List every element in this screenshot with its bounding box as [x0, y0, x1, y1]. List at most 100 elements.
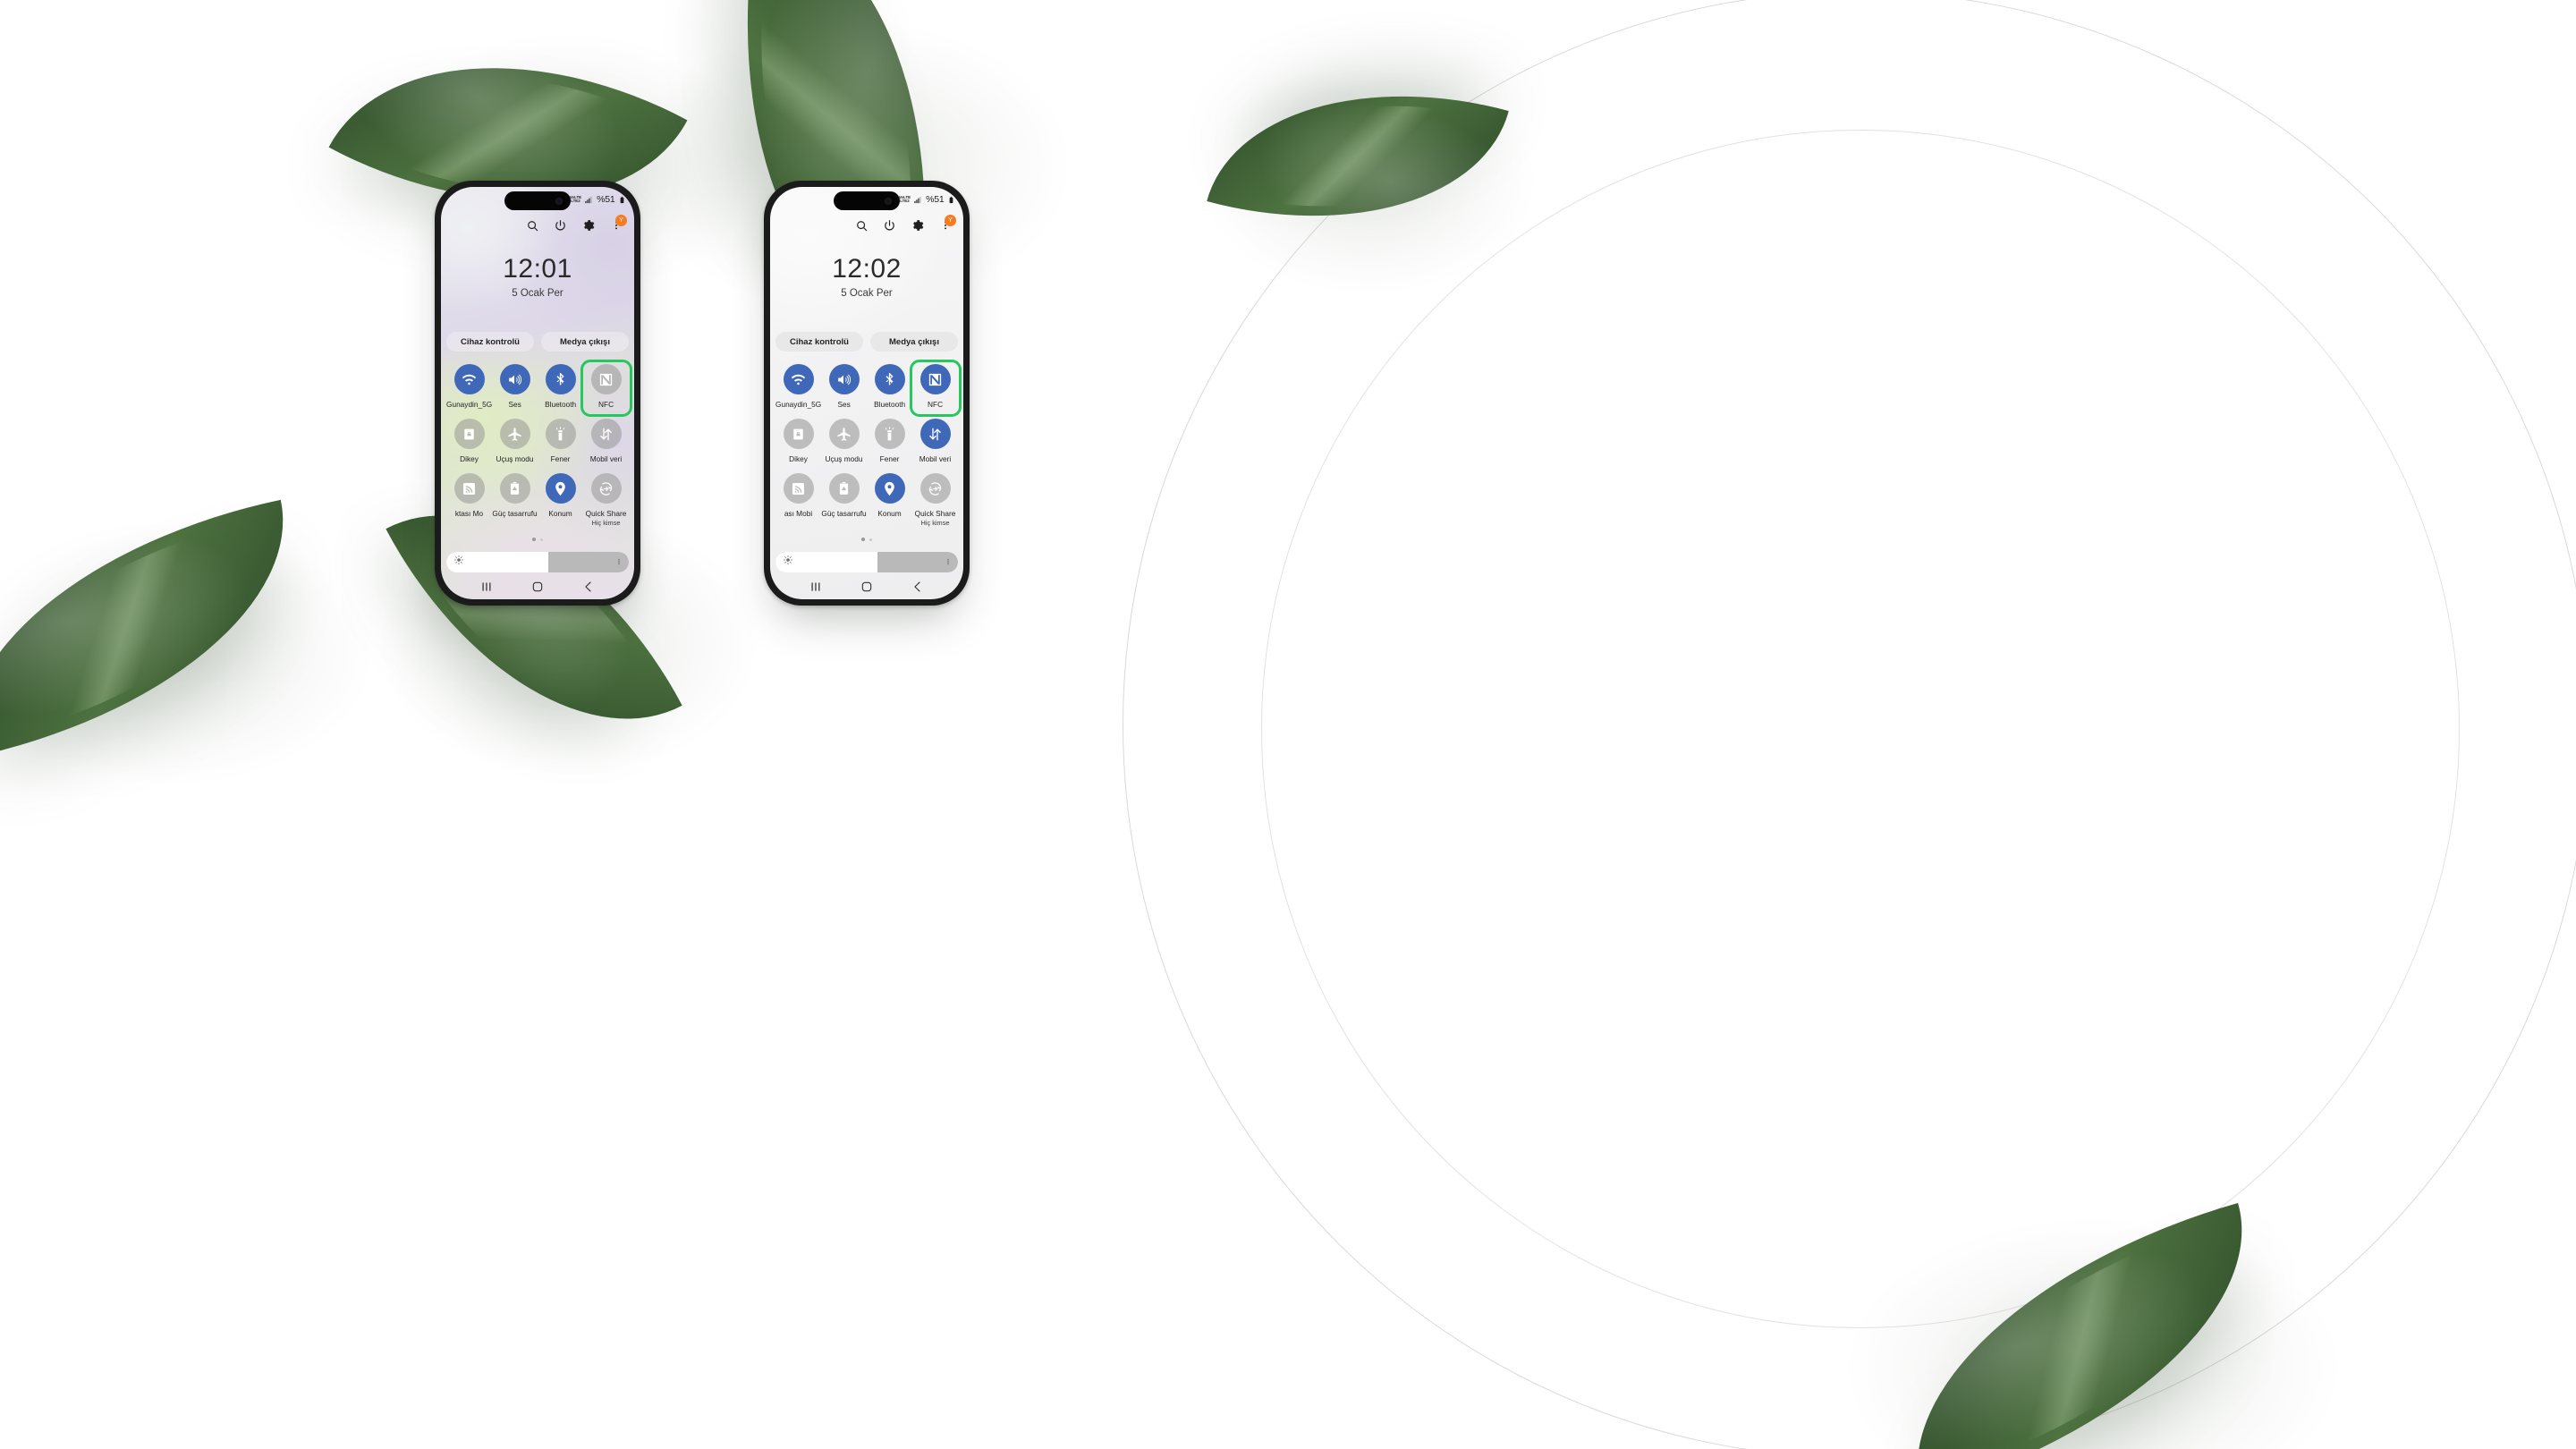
quick-tile-fener[interactable]: Fener	[867, 419, 912, 463]
quick-tile-label: NFC	[928, 400, 944, 409]
quick-settings-panel: Cihaz kontrolü Medya çıkışı Gunaydin_5G …	[770, 316, 963, 572]
gear-icon[interactable]	[911, 219, 924, 233]
decorative-arc-inner	[1261, 130, 2460, 1328]
quick-tile-mobil-veri[interactable]: Mobil veri	[912, 419, 958, 463]
flashlight-icon[interactable]	[545, 419, 576, 450]
quick-tile-konum[interactable]: Konum	[538, 473, 583, 527]
quick-tile-nfc[interactable]: NFC	[912, 364, 958, 409]
quick-tile-sublabel: Hiç kimse	[920, 519, 950, 528]
mobile-data-icon[interactable]	[590, 419, 622, 450]
gear-icon[interactable]	[581, 219, 595, 233]
network-label: LTE2	[571, 199, 580, 203]
bluetooth-icon[interactable]	[874, 364, 905, 394]
back-icon[interactable]	[581, 580, 596, 594]
hotspot-icon[interactable]	[453, 473, 485, 504]
rotation-lock-icon[interactable]	[783, 419, 814, 450]
search-icon[interactable]	[855, 219, 869, 233]
brightness-icon	[783, 554, 793, 570]
mobile-data-icon[interactable]	[919, 419, 951, 450]
quick-tile-label: Ses	[508, 400, 521, 409]
device-control-button[interactable]: Cihaz kontrolü	[446, 332, 534, 352]
airplane-icon[interactable]	[499, 419, 530, 450]
search-icon[interactable]	[526, 219, 539, 233]
quick-tile-u-u-modu[interactable]: Uçuş modu	[821, 419, 867, 463]
quick-tile-dikey[interactable]: Dikey	[446, 419, 492, 463]
quick-tile-as-mobi[interactable]: ası Mobi	[775, 473, 821, 527]
quick-tile-g-tasarrufu[interactable]: Güç tasarrufu	[821, 473, 867, 527]
more-vertical-icon[interactable]: Y	[938, 214, 956, 233]
quick-panel-header: Y	[441, 212, 634, 239]
location-pin-icon[interactable]	[874, 473, 905, 504]
clock-time: 12:02	[832, 254, 902, 284]
location-pin-icon[interactable]	[545, 473, 576, 504]
clock-date: 5 Ocak Per	[841, 288, 893, 299]
quick-share-icon[interactable]	[919, 473, 951, 504]
quick-tile-konum[interactable]: Konum	[867, 473, 912, 527]
quick-tile-ses[interactable]: Ses	[492, 364, 538, 409]
volte-lte-indicator: VoLTE LTE2	[899, 196, 911, 203]
quick-tile-g-tasarrufu[interactable]: Güç tasarrufu	[492, 473, 538, 527]
quick-tile-label: ktası Mo	[454, 509, 484, 519]
more-vertical-icon[interactable]: Y	[609, 214, 627, 233]
volume-icon[interactable]	[828, 364, 860, 394]
home-icon[interactable]	[530, 580, 545, 594]
dynamic-island	[834, 191, 900, 210]
airplane-icon[interactable]	[828, 419, 860, 450]
quick-tile-label: Quick Share	[914, 509, 956, 519]
quick-tile-bluetooth[interactable]: Bluetooth	[867, 364, 912, 409]
leaf-shadow	[0, 519, 376, 787]
bluetooth-icon[interactable]	[545, 364, 576, 394]
control-chips-row: Cihaz kontrolü Medya çıkışı	[446, 332, 629, 352]
wifi-icon[interactable]	[783, 364, 814, 394]
media-output-button[interactable]: Medya çıkışı	[541, 332, 629, 352]
quick-tile-gunaydin-5g[interactable]: Gunaydin_5G	[775, 364, 821, 409]
back-icon[interactable]	[911, 580, 925, 594]
quick-tile-ktas-mo[interactable]: ktası Mo	[446, 473, 492, 527]
page-dot[interactable]	[861, 538, 865, 541]
leaf-shadow	[1199, 63, 1538, 295]
signal-bars-icon	[584, 195, 593, 204]
quick-settings-tiles: Gunaydin_5G Ses Bluetooth NFC Dikey Uçuş…	[446, 364, 629, 527]
power-icon[interactable]	[554, 219, 567, 233]
quick-tile-ses[interactable]: Ses	[821, 364, 867, 409]
quick-tile-bluetooth[interactable]: Bluetooth	[538, 364, 583, 409]
quick-tile-fener[interactable]: Fener	[538, 419, 583, 463]
quick-tile-gunaydin-5g[interactable]: Gunaydin_5G	[446, 364, 492, 409]
quick-tile-label: Gunaydin_5G	[775, 400, 822, 409]
quick-tile-label: Fener	[879, 454, 900, 464]
phone-mockup-before: VoLTE LTE2 %51 Y 12:01 5 Ocak Per Cihaz …	[435, 181, 640, 606]
brightness-icon	[453, 554, 464, 570]
page-dot[interactable]	[869, 538, 872, 541]
nfc-icon[interactable]	[919, 364, 951, 394]
quick-tile-nfc[interactable]: NFC	[583, 364, 629, 409]
power-icon[interactable]	[883, 219, 896, 233]
quick-tile-quick-share[interactable]: Quick Share Hiç kimse	[583, 473, 629, 527]
signal-bars-icon	[913, 195, 922, 204]
wifi-icon[interactable]	[453, 364, 485, 394]
page-dot[interactable]	[532, 538, 536, 541]
quick-tile-dikey[interactable]: Dikey	[775, 419, 821, 463]
power-saving-icon[interactable]	[828, 473, 860, 504]
quick-tile-mobil-veri[interactable]: Mobil veri	[583, 419, 629, 463]
hotspot-icon[interactable]	[783, 473, 814, 504]
volume-icon[interactable]	[499, 364, 530, 394]
recents-icon[interactable]	[479, 580, 494, 594]
nfc-icon[interactable]	[590, 364, 622, 394]
quick-share-icon[interactable]	[590, 473, 622, 504]
quick-tile-quick-share[interactable]: Quick Share Hiç kimse	[912, 473, 958, 527]
page-dot[interactable]	[539, 538, 543, 541]
home-icon[interactable]	[860, 580, 874, 594]
brightness-options-icon[interactable]	[945, 554, 952, 570]
brightness-slider[interactable]	[446, 551, 629, 572]
decorative-arc-outer	[1123, 0, 2576, 1449]
flashlight-icon[interactable]	[874, 419, 905, 450]
device-control-button[interactable]: Cihaz kontrolü	[775, 332, 863, 352]
recents-icon[interactable]	[809, 580, 823, 594]
brightness-options-icon[interactable]	[615, 554, 623, 570]
rotation-lock-icon[interactable]	[453, 419, 485, 450]
quick-tile-u-u-modu[interactable]: Uçuş modu	[492, 419, 538, 463]
brightness-slider[interactable]	[775, 551, 958, 572]
battery-percent-label: %51	[926, 194, 945, 205]
power-saving-icon[interactable]	[499, 473, 530, 504]
media-output-button[interactable]: Medya çıkışı	[870, 332, 958, 352]
